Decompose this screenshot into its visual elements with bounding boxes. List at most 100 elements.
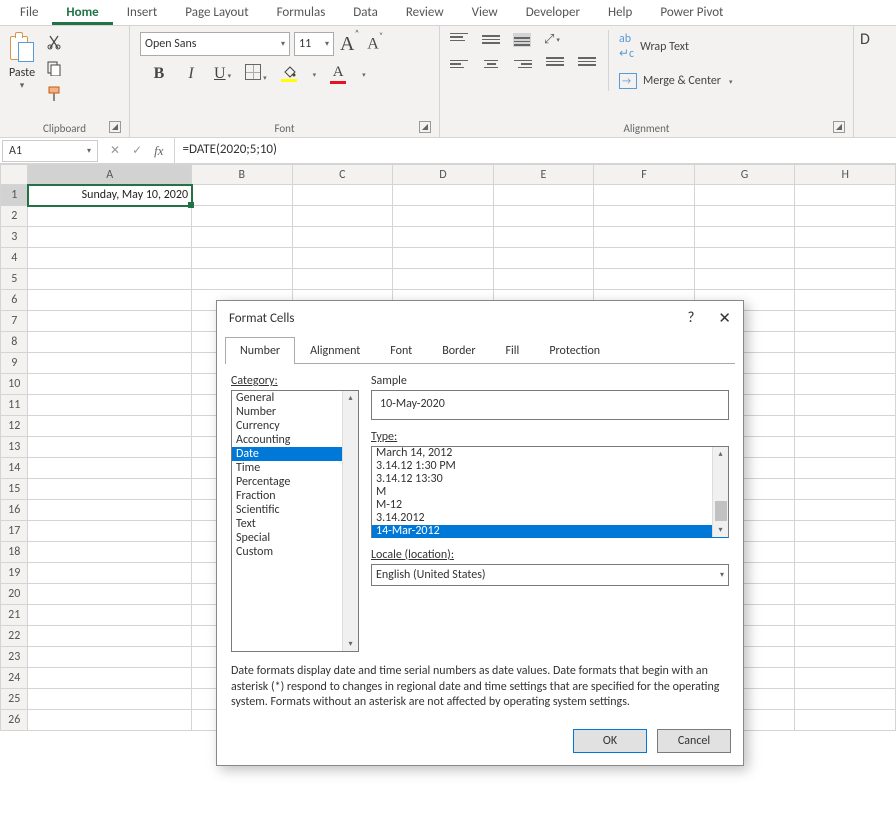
- cell[interactable]: [292, 227, 393, 248]
- cell[interactable]: [594, 206, 695, 227]
- dialog-tab-fill[interactable]: Fill: [491, 337, 535, 364]
- chevron-down-icon[interactable]: ▾: [228, 71, 232, 80]
- cell[interactable]: [795, 290, 896, 311]
- row-header[interactable]: 23: [1, 647, 28, 668]
- underline-button[interactable]: U: [214, 65, 226, 82]
- cell[interactable]: [795, 647, 896, 668]
- column-header[interactable]: F: [594, 165, 695, 185]
- align-center-icon[interactable]: [482, 57, 500, 71]
- category-item[interactable]: Currency: [232, 419, 358, 433]
- type-list[interactable]: March 14, 20123.14.12 1:30 PM3.14.12 13:…: [371, 446, 729, 538]
- cell[interactable]: [795, 710, 896, 731]
- type-item[interactable]: 3.14.12 13:30: [372, 473, 728, 486]
- number-format-stub[interactable]: D: [860, 30, 890, 49]
- row-header[interactable]: 19: [1, 563, 28, 584]
- cell[interactable]: [28, 668, 192, 689]
- tab-power-pivot[interactable]: Power Pivot: [646, 1, 737, 24]
- decrease-font-icon[interactable]: A˅: [365, 35, 385, 53]
- cell[interactable]: [393, 185, 494, 206]
- cell[interactable]: [795, 479, 896, 500]
- cell[interactable]: [28, 626, 192, 647]
- cell[interactable]: [795, 458, 896, 479]
- chevron-down-icon[interactable]: ▾: [313, 70, 317, 79]
- row-header[interactable]: 26: [1, 710, 28, 731]
- cell[interactable]: [795, 668, 896, 689]
- row-header[interactable]: 4: [1, 248, 28, 269]
- cell[interactable]: [28, 248, 192, 269]
- tab-view[interactable]: View: [458, 1, 512, 24]
- cell[interactable]: [28, 605, 192, 626]
- category-item[interactable]: Accounting: [232, 433, 358, 447]
- cell[interactable]: [795, 248, 896, 269]
- column-header[interactable]: B: [192, 165, 293, 185]
- row-header[interactable]: 3: [1, 227, 28, 248]
- row-header[interactable]: 22: [1, 626, 28, 647]
- align-middle-icon[interactable]: [482, 33, 500, 47]
- fill-color-button[interactable]: [281, 66, 297, 82]
- cancel-formula-icon[interactable]: ✕: [110, 143, 120, 158]
- tab-home[interactable]: Home: [52, 1, 112, 25]
- category-item[interactable]: Time: [232, 461, 358, 475]
- chevron-down-icon[interactable]: ▾: [729, 77, 733, 86]
- cell[interactable]: [292, 206, 393, 227]
- decrease-indent-icon[interactable]: [546, 57, 564, 71]
- cell[interactable]: [28, 416, 192, 437]
- cell[interactable]: [795, 500, 896, 521]
- dialog-tab-protection[interactable]: Protection: [534, 337, 615, 364]
- fill-handle[interactable]: [188, 202, 194, 208]
- cell[interactable]: [292, 269, 393, 290]
- tab-file[interactable]: File: [6, 1, 52, 24]
- type-item[interactable]: M-12: [372, 499, 728, 512]
- align-top-icon[interactable]: [450, 33, 468, 47]
- dialog-tab-font[interactable]: Font: [375, 337, 427, 364]
- cell[interactable]: [393, 248, 494, 269]
- cell[interactable]: [192, 185, 293, 206]
- cell[interactable]: [795, 227, 896, 248]
- cell[interactable]: [795, 353, 896, 374]
- cell[interactable]: [192, 248, 293, 269]
- cell[interactable]: [795, 395, 896, 416]
- category-item[interactable]: Fraction: [232, 489, 358, 503]
- font-color-button[interactable]: A: [330, 64, 346, 84]
- tab-insert[interactable]: Insert: [113, 1, 172, 24]
- bold-button[interactable]: B: [150, 65, 168, 83]
- chevron-down-icon[interactable]: ▾: [20, 80, 25, 91]
- tab-data[interactable]: Data: [339, 1, 392, 24]
- dialog-tab-alignment[interactable]: Alignment: [295, 337, 375, 364]
- locale-select[interactable]: English (United States)▾: [371, 564, 729, 586]
- cell[interactable]: [393, 227, 494, 248]
- cell[interactable]: [28, 374, 192, 395]
- name-box[interactable]: A1▾: [2, 140, 98, 162]
- row-header[interactable]: 14: [1, 458, 28, 479]
- cell[interactable]: [28, 437, 192, 458]
- row-header[interactable]: 1: [1, 185, 28, 206]
- tab-help[interactable]: Help: [594, 1, 646, 24]
- chevron-down-icon[interactable]: ▾: [362, 70, 366, 79]
- cell[interactable]: [292, 248, 393, 269]
- type-item[interactable]: 14-Mar-2012: [372, 525, 728, 538]
- cell[interactable]: [28, 311, 192, 332]
- insert-function-icon[interactable]: fx: [154, 143, 163, 159]
- cell[interactable]: [795, 416, 896, 437]
- cell[interactable]: [795, 311, 896, 332]
- cell[interactable]: [594, 248, 695, 269]
- merge-center-button[interactable]: Merge & Center ▾: [619, 73, 733, 89]
- tab-developer[interactable]: Developer: [512, 1, 594, 24]
- increase-indent-icon[interactable]: [578, 57, 596, 71]
- cell[interactable]: [192, 227, 293, 248]
- alignment-launcher[interactable]: ◢: [833, 121, 845, 133]
- cell[interactable]: [28, 689, 192, 710]
- scrollbar[interactable]: ▴▾: [342, 391, 358, 651]
- cell[interactable]: [594, 269, 695, 290]
- cell[interactable]: [192, 206, 293, 227]
- row-header[interactable]: 9: [1, 353, 28, 374]
- row-header[interactable]: 15: [1, 479, 28, 500]
- dialog-tab-border[interactable]: Border: [427, 337, 490, 364]
- cell[interactable]: [795, 185, 896, 206]
- font-name-select[interactable]: Open Sans▾: [140, 32, 290, 56]
- category-item[interactable]: General: [232, 391, 358, 405]
- align-right-icon[interactable]: [514, 57, 532, 71]
- close-icon[interactable]: ✕: [718, 309, 731, 328]
- category-item[interactable]: Percentage: [232, 475, 358, 489]
- cell[interactable]: [795, 332, 896, 353]
